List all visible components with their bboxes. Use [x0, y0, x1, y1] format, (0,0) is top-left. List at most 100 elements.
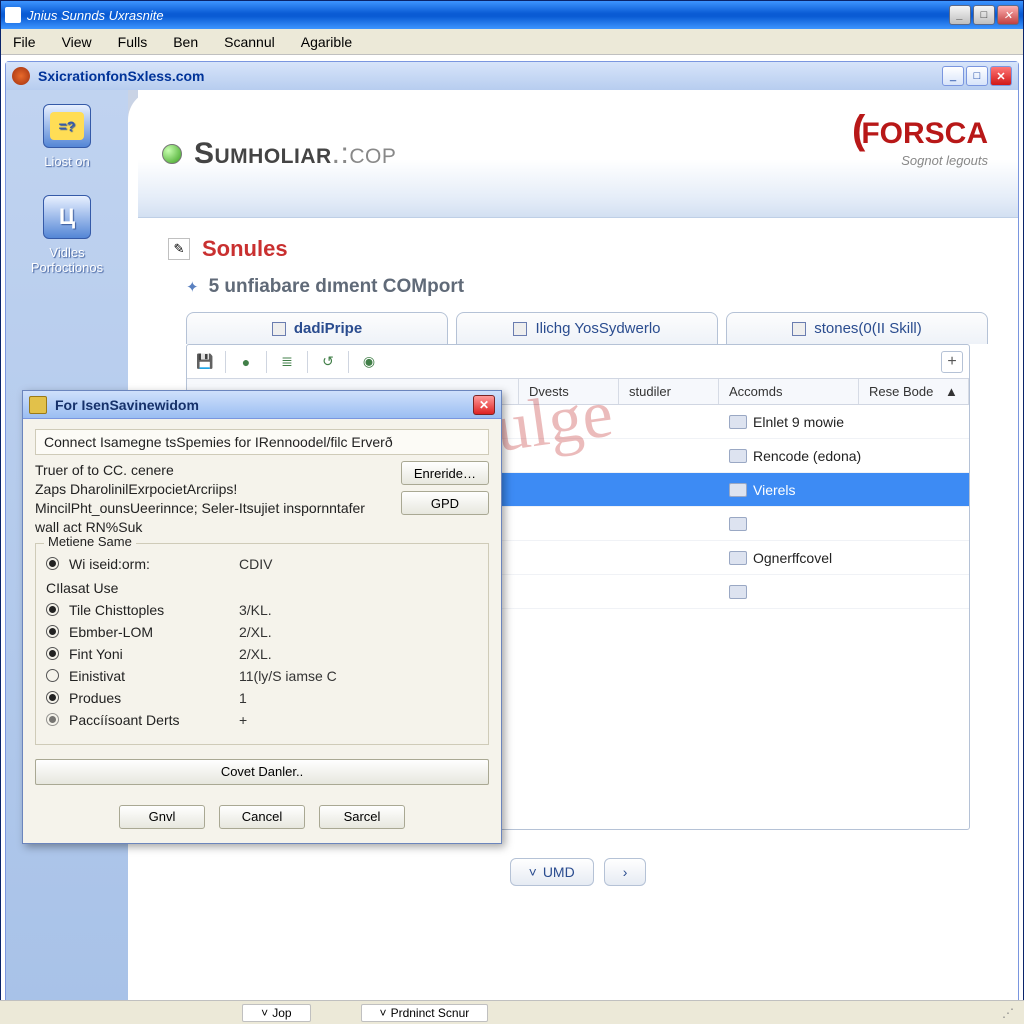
radio-option[interactable]: Fint Yoni2/XL. [46, 646, 478, 662]
item-icon [729, 517, 747, 531]
radio-icon [46, 713, 59, 726]
dialog-line: Zaps DharolinilExrpocietArcriips! [35, 480, 391, 499]
inner-close-button[interactable]: ✕ [990, 66, 1012, 86]
sarcel-button[interactable]: Sarcel [319, 805, 405, 829]
status-bar: ˅Jop ˅Prdninct Scnur ⋰ [0, 1000, 1024, 1024]
inner-title: SxicrationfonSxless.com [38, 68, 942, 84]
umd-button[interactable]: ˅UMD [510, 858, 594, 886]
arrow-right-icon: › [623, 864, 628, 880]
tabs: dadiPripe Ilichg YosSydwerlo stones(0(II… [186, 312, 988, 344]
brand-logo: FORSCA Sognot legouts [852, 108, 988, 168]
tab-label: dadiPripe [294, 320, 362, 337]
monitor-icon [43, 195, 91, 239]
inner-maximize-button[interactable]: □ [966, 66, 988, 86]
mic-icon[interactable]: ● [236, 352, 256, 372]
enreride-button[interactable]: Enreride… [401, 461, 489, 485]
tab-ilichg[interactable]: Ilichg YosSydwerlo [456, 312, 718, 344]
list-icon[interactable]: ≣ [277, 352, 297, 372]
radio-icon [46, 625, 59, 638]
covet-danler-button[interactable]: Covet Danler.. [35, 759, 489, 785]
resize-grip-icon[interactable]: ⋰ [1002, 1006, 1014, 1020]
section-subtitle: 5 unfiabare dıment COMport [209, 276, 464, 298]
inner-minimize-button[interactable]: _ [942, 66, 964, 86]
bottom-buttons: ˅UMD › [168, 842, 988, 926]
radio-option[interactable]: Produes1 [46, 690, 478, 706]
radio-icon [46, 691, 59, 704]
sort-up-icon: ▲ [945, 384, 958, 399]
status-jop[interactable]: ˅Jop [242, 1004, 310, 1022]
radio-option[interactable]: Einistivat11(ly/S iamse C [46, 668, 478, 684]
sidebar-item-vidles[interactable]: Vidles Porfoctionos [12, 195, 122, 275]
radio-option[interactable]: Ebmber-LOM2/XL. [46, 624, 478, 640]
inner-app-icon [12, 67, 30, 85]
dialog-close-button[interactable]: ✕ [473, 395, 495, 415]
brand-sub: Sognot legouts [852, 153, 988, 168]
group-sublegend: CIlasat Use [46, 580, 478, 596]
section-title: Sonules [202, 236, 288, 262]
menu-scannul[interactable]: Scannul [218, 32, 281, 52]
cancel-button[interactable]: Cancel [219, 805, 305, 829]
status-prdninct[interactable]: ˅Prdninct Scnur [361, 1004, 489, 1022]
col-dvests[interactable]: Dvests [519, 379, 619, 404]
col-accomds[interactable]: Accomds [719, 379, 859, 404]
save-icon[interactable]: 💾 [195, 352, 215, 372]
group-legend: Metiene Same [44, 534, 136, 549]
chevron-down-icon: ˅ [529, 864, 537, 880]
dialog-footer: Gnvl Cancel Sarcel [23, 795, 501, 843]
radio-icon [46, 603, 59, 616]
ok-button[interactable]: Gnvl [119, 805, 205, 829]
chevron-down-icon: ˅ [380, 1006, 387, 1020]
outer-titlebar[interactable]: Jnius Sunnds Uxrasnite _ □ ✕ [1, 1, 1023, 29]
dialog-title: For IsenSavinewidom [55, 397, 473, 413]
outer-close-button[interactable]: ✕ [997, 5, 1019, 25]
inner-titlebar[interactable]: SxicrationfonSxless.com _ □ ✕ [6, 62, 1018, 90]
content-header: Sumholiar.:cop FORSCA Sognot legouts [138, 90, 1018, 218]
gpd-button[interactable]: GPD [401, 491, 489, 515]
radio-option[interactable]: Paccíísoant Derts+ [46, 712, 478, 728]
menu-agarible[interactable]: Agarible [295, 32, 358, 52]
item-icon [729, 483, 747, 497]
item-icon [729, 415, 747, 429]
flag-icon [792, 322, 806, 336]
globe-icon[interactable]: ◉ [359, 352, 379, 372]
outer-minimize-button[interactable]: _ [949, 5, 971, 25]
doc-icon [513, 322, 527, 336]
page-title: Sumholiar.:cop [194, 137, 396, 171]
menu-ben[interactable]: Ben [167, 32, 204, 52]
radio-icon [46, 557, 59, 570]
sidebar-item-liost[interactable]: Liost on [43, 104, 91, 169]
radio-icon [46, 669, 59, 682]
app-icon [5, 7, 21, 23]
sidebar-item-label: Liost on [44, 154, 90, 169]
list-toolbar: 💾 ● ≣ ↺ ◉ + [187, 345, 969, 379]
menu-fulls[interactable]: Fulls [112, 32, 154, 52]
dialog-line: Truer of to CC. cenere [35, 461, 391, 480]
item-icon [729, 551, 747, 565]
dialog-body: Connect Isamegne tsSpemies for IRennoode… [23, 419, 501, 795]
add-button[interactable]: + [941, 351, 963, 373]
col-resebode[interactable]: Rese Bode ▲ [859, 379, 969, 404]
dialog-line: MincilPht_ounsUeerinnce; Seler-Itsujiet … [35, 499, 391, 537]
chevron-down-icon: ˅ [261, 1006, 268, 1020]
settings-dialog: For IsenSavinewidom ✕ Connect Isamegne t… [22, 390, 502, 844]
outer-title: Jnius Sunnds Uxrasnite [27, 8, 949, 23]
menu-view[interactable]: View [56, 32, 98, 52]
col-studiler[interactable]: studiler [619, 379, 719, 404]
outer-maximize-button[interactable]: □ [973, 5, 995, 25]
tab-dadipripe[interactable]: dadiPripe [186, 312, 448, 344]
menu-file[interactable]: File [7, 32, 42, 52]
radio-icon [46, 647, 59, 660]
radio-wiiseid[interactable]: Wi iseid:orm: CDIV [46, 556, 478, 572]
refresh-icon[interactable]: ↺ [318, 352, 338, 372]
group-metiene: Metiene Same Wi iseid:orm: CDIV CIlasat … [35, 543, 489, 745]
item-icon [729, 449, 747, 463]
next-button[interactable]: › [604, 858, 647, 886]
dialog-titlebar[interactable]: For IsenSavinewidom ✕ [23, 391, 501, 419]
dialog-instruction: Connect Isamegne tsSpemies for IRennoode… [35, 429, 489, 455]
status-orb-icon [162, 144, 182, 164]
radio-option[interactable]: Tile Chisttoples3/KL. [46, 602, 478, 618]
pencil-icon: ✎ [168, 238, 190, 260]
disk-icon [272, 322, 286, 336]
tab-stones[interactable]: stones(0(II Skill) [726, 312, 988, 344]
note-icon [43, 104, 91, 148]
